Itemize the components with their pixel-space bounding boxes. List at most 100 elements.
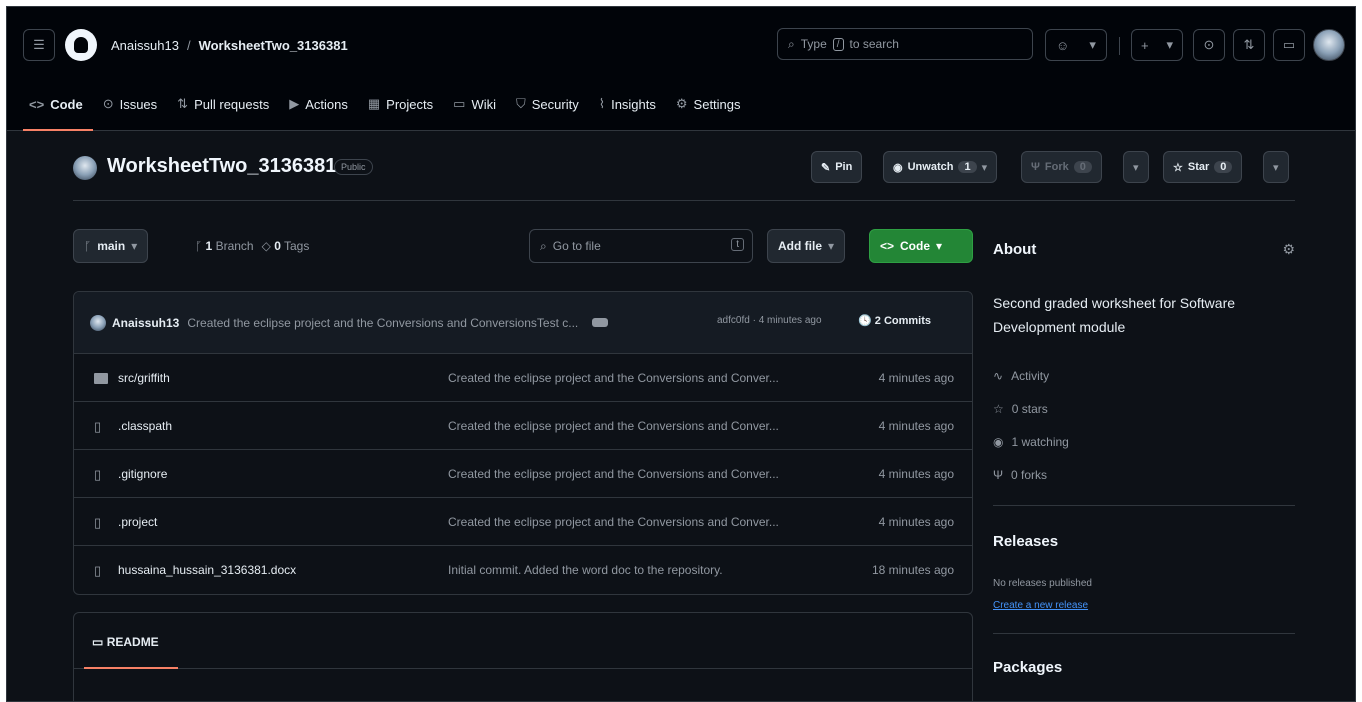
branch-select[interactable]: ᚵ main ▾ xyxy=(73,229,149,263)
repo-name[interactable]: WorksheetTwo_3136381 xyxy=(107,155,336,178)
activity-link[interactable]: ∿ Activity xyxy=(993,359,1295,392)
file-commit-message[interactable]: Initial commit. Added the word doc to th… xyxy=(448,563,723,577)
forks-link[interactable]: Ψ 0 forks xyxy=(993,458,1295,491)
copilot-icon: ☺ xyxy=(1056,37,1070,53)
tab-actions[interactable]: ▶ Actions xyxy=(279,89,358,119)
chevron-down-icon: ▾ xyxy=(1133,161,1139,174)
search-icon: ⌕ xyxy=(788,36,795,51)
add-file-label: Add file xyxy=(778,239,822,253)
tab-label: Security xyxy=(531,96,579,112)
file-icon: ▯ xyxy=(94,467,102,482)
tab-pull-requests[interactable]: ⇅ Pull requests xyxy=(167,89,279,119)
tab-wiki[interactable]: ▭ Wiki xyxy=(443,89,506,119)
tab-label: Pull requests xyxy=(194,96,270,112)
commit-hash-time[interactable]: adfc0fd · 4 minutes ago xyxy=(717,315,822,326)
readme-tab[interactable]: ▭ README xyxy=(92,635,159,649)
gear-icon[interactable]: ⚙ xyxy=(1282,241,1295,258)
breadcrumb-owner[interactable]: Anaissuh13 xyxy=(111,38,179,53)
chevron-down-icon: ▾ xyxy=(1273,161,1279,174)
copilot-button[interactable]: ☺ ▾ xyxy=(1045,29,1107,61)
add-file-button[interactable]: Add file ▾ xyxy=(767,229,846,263)
file-name[interactable]: .project xyxy=(118,515,157,529)
breadcrumb-repo[interactable]: WorksheetTwo_3136381 xyxy=(199,38,348,53)
chevron-down-icon: ▾ xyxy=(936,239,943,253)
expand-commit-message-button[interactable] xyxy=(592,318,609,327)
github-logo-icon[interactable] xyxy=(65,29,97,61)
file-commit-time: 4 minutes ago xyxy=(878,419,954,433)
code-button-label: Code xyxy=(900,239,931,253)
file-row[interactable]: ▯ .classpath Created the eclipse project… xyxy=(74,402,972,450)
commits-link[interactable]: 🕓 2 Commits xyxy=(858,314,931,327)
breadcrumb: Anaissuh13 / WorksheetTwo_3136381 xyxy=(111,38,348,53)
file-row[interactable]: ▯ .project Created the eclipse project a… xyxy=(74,498,972,546)
file-row[interactable]: src/griffith Created the eclipse project… xyxy=(74,354,972,402)
file-name[interactable]: .classpath xyxy=(118,419,172,433)
star-button[interactable]: ☆ Star 0 xyxy=(1163,151,1243,183)
file-name[interactable]: .gitignore xyxy=(118,467,167,481)
tags-link[interactable]: ◇ 0 Tags xyxy=(262,239,310,253)
global-nav: ☰ Anaissuh13 / WorksheetTwo_3136381 ⌕ Type… xyxy=(7,7,1355,79)
go-to-file-input[interactable]: ⌕ Go to file t xyxy=(529,229,753,263)
tab-settings[interactable]: ⚙ Settings xyxy=(666,89,751,119)
create-new-button[interactable]: + ▾ xyxy=(1131,29,1183,61)
unwatch-button[interactable]: ◉ Unwatch 1 ▾ xyxy=(883,151,998,183)
commit-author-avatar[interactable] xyxy=(90,314,106,331)
code-button[interactable]: <> Code ▾ xyxy=(869,229,973,263)
graph-icon: ⌇ xyxy=(598,96,606,111)
play-icon: ▶ xyxy=(289,96,300,111)
tab-security[interactable]: ⛉ Security xyxy=(506,89,589,119)
commit-author[interactable]: Anaissuh13 xyxy=(112,316,179,330)
pin-button[interactable]: ✎ Pin xyxy=(811,151,863,183)
tab-code[interactable]: <> Code xyxy=(7,89,93,131)
fork-dropdown-button[interactable]: ▾ xyxy=(1123,151,1149,183)
file-row[interactable]: ▯ .gitignore Created the eclipse project… xyxy=(74,450,972,498)
owner-avatar[interactable] xyxy=(73,156,97,180)
commit-message[interactable]: Created the eclipse project and the Conv… xyxy=(187,316,578,330)
about-stats: ∿ Activity ☆ 0 stars ◉ 1 watching Ψ 0 forks xyxy=(993,359,1295,491)
file-row[interactable]: ▯ hussaina_hussain_3136381.docx Initial … xyxy=(74,546,972,594)
go-to-file-placeholder: Go to file xyxy=(552,239,601,253)
releases-title[interactable]: Releases xyxy=(993,533,1058,550)
divider xyxy=(993,505,1295,506)
tab-label: Insights xyxy=(611,96,656,112)
file-commit-message[interactable]: Created the eclipse project and the Conv… xyxy=(448,371,779,385)
file-commit-message[interactable]: Created the eclipse project and the Conv… xyxy=(448,467,779,481)
file-commit-time: 4 minutes ago xyxy=(878,515,954,529)
issues-icon[interactable]: ⊙ xyxy=(1193,29,1225,61)
chevron-down-icon: ▾ xyxy=(828,239,835,253)
inbox-icon[interactable]: ▭ xyxy=(1273,29,1305,61)
user-avatar[interactable] xyxy=(1313,29,1345,61)
file-commit-message[interactable]: Created the eclipse project and the Conv… xyxy=(448,419,779,433)
global-search-input[interactable]: ⌕ Type / to search xyxy=(777,28,1033,60)
hamburger-menu-icon[interactable]: ☰ xyxy=(23,29,55,61)
fork-label: Fork xyxy=(1044,161,1069,173)
watchers-link[interactable]: ◉ 1 watching xyxy=(993,425,1295,458)
fork-count: 0 xyxy=(1073,161,1092,173)
tag-icon: ◇ xyxy=(261,239,271,253)
pin-icon: ✎ xyxy=(821,161,831,174)
about-header: About ⚙ xyxy=(993,241,1295,265)
branch-name: main xyxy=(97,239,126,253)
fork-button[interactable]: Ψ Fork 0 xyxy=(1021,151,1102,183)
divider xyxy=(993,633,1295,634)
file-name[interactable]: src/griffith xyxy=(118,371,170,385)
repo-tabs: <> Code ⊙ Issues ⇅ Pull requests ▶ Actions ▦… xyxy=(7,89,1355,131)
file-commit-message[interactable]: Created the eclipse project and the Conv… xyxy=(448,515,779,529)
readme-tab-underline xyxy=(84,667,178,669)
pull-requests-icon[interactable]: ⇅ xyxy=(1233,29,1265,61)
tab-insights[interactable]: ⌇ Insights xyxy=(589,89,666,119)
tab-issues[interactable]: ⊙ Issues xyxy=(93,89,167,119)
tab-label: Code xyxy=(50,96,83,112)
branches-link[interactable]: ᚵ 1 Branch xyxy=(195,239,254,253)
file-name[interactable]: hussaina_hussain_3136381.docx xyxy=(118,563,296,577)
fork-icon: Ψ xyxy=(1031,161,1040,173)
file-commit-time: 4 minutes ago xyxy=(878,371,954,385)
packages-title[interactable]: Packages xyxy=(993,659,1062,676)
star-icon: ☆ xyxy=(993,401,1004,416)
code-icon: <> xyxy=(880,239,895,253)
create-release-link[interactable]: Create a new release xyxy=(993,600,1088,611)
tab-projects[interactable]: ▦ Projects xyxy=(358,89,443,119)
star-dropdown-button[interactable]: ▾ xyxy=(1263,151,1289,183)
search-placeholder-post: to search xyxy=(849,37,899,51)
stars-link[interactable]: ☆ 0 stars xyxy=(993,392,1295,425)
